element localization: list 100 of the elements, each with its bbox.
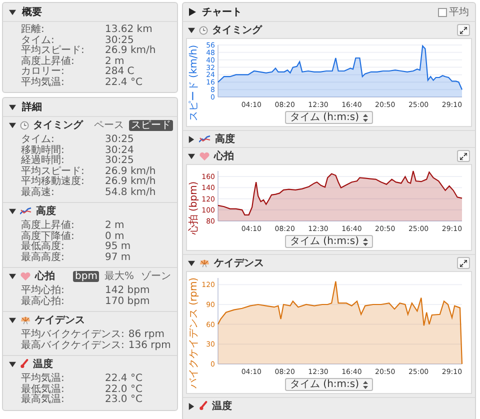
unit-toggle[interactable]: ペース (92, 120, 126, 130)
section-title: 心拍 (214, 149, 234, 163)
field-value: 23.0 °C (105, 395, 144, 406)
section-title: 温度 (33, 357, 53, 371)
axis-select[interactable]: タイム (h:m:s) (284, 378, 373, 391)
up-down-arrows-icon (363, 380, 368, 388)
clock-icon (199, 26, 208, 34)
disclosure-triangle-icon[interactable] (188, 26, 195, 34)
field-label: 最低気温: (21, 384, 66, 394)
field-label: 平均スピード: (21, 166, 86, 176)
zigzag-line-icon (199, 135, 211, 143)
field-label: 平均スピード: (21, 46, 86, 56)
disclosure-triangle-icon[interactable] (9, 8, 16, 16)
field-value: 30:25 (105, 135, 135, 146)
field-label: 高度上昇値: (21, 56, 76, 66)
field-value: 22.0 °C (105, 384, 144, 394)
field-label: 平均バイクケイデンス: (21, 330, 124, 340)
expand-button[interactable] (457, 257, 470, 269)
disclosure-triangle-icon[interactable] (188, 402, 195, 410)
field-value: 30:24 (105, 146, 135, 156)
heart-icon (199, 152, 210, 160)
field-label: カロリー: (21, 67, 66, 77)
field-label: タイム: (21, 36, 54, 46)
fan-icon (20, 315, 31, 325)
unit-toggle[interactable]: ゾーン (139, 270, 173, 282)
field-value: 136 rpm (128, 340, 171, 351)
thermometer-icon (199, 401, 208, 411)
field-value: 2 m (105, 221, 126, 232)
unit-toggle[interactable]: bpm (73, 270, 100, 282)
field-label: 最高心拍: (21, 296, 66, 307)
field-label: 高度下降値: (21, 232, 76, 242)
field-label: 平均心拍: (21, 286, 66, 296)
section-title: ケイデンス (35, 314, 85, 327)
axis-title: 心拍 (bpm) (188, 180, 200, 234)
disclosure-triangle-icon[interactable] (9, 104, 16, 110)
disclosure-triangle-icon[interactable] (9, 208, 16, 214)
disclosure-triangle-icon[interactable] (9, 316, 16, 324)
field-value: 284 C (105, 67, 136, 78)
zigzag-line-icon (20, 207, 32, 215)
field-value: 30:25 (105, 156, 135, 166)
field-label: 平均移動速度: (21, 177, 86, 187)
up-down-arrows-icon (363, 238, 368, 246)
disclosure-triangle-icon[interactable] (9, 122, 16, 128)
field-value: 30:25 (105, 36, 134, 46)
field-value: 54.8 km/h (105, 188, 157, 198)
expand-button[interactable] (457, 150, 470, 162)
disclosure-triangle-icon[interactable] (9, 360, 16, 368)
field-label: 最高気温: (21, 395, 66, 406)
disclosure-triangle-icon[interactable] (188, 136, 195, 142)
field-label: 経過時間: (21, 156, 66, 166)
diagonal-arrows-icon (460, 260, 467, 266)
diagonal-arrows-icon (460, 152, 467, 160)
field-value: 26.9 km/h (105, 177, 157, 187)
panel-title: チャート (202, 6, 242, 19)
up-down-arrows-icon (363, 114, 368, 122)
field-value: 2 m (105, 56, 126, 66)
panel-title: 詳細 (22, 100, 42, 114)
axis-select[interactable]: タイム (h:m:s) (284, 111, 373, 124)
disclosure-triangle-icon[interactable] (188, 260, 195, 266)
field-label: 最高バイクケイデンス: (21, 340, 124, 351)
field-label: 最低高度: (21, 242, 66, 252)
field-value: 26.9 km/h (105, 166, 157, 176)
field-value: 97 m (105, 252, 132, 263)
axis-select[interactable]: タイム (h:m:s) (284, 235, 373, 248)
field-value: 86 rpm (128, 330, 166, 340)
field-value: 22.4 °C (105, 78, 144, 88)
unit-toggle[interactable]: スピード (129, 120, 173, 130)
section-title: タイミング (33, 119, 83, 132)
section-title: 温度 (212, 399, 232, 413)
field-value: 26.9 km/h (105, 46, 157, 56)
field-value: 22.4 °C (105, 374, 144, 384)
expand-button[interactable] (457, 24, 470, 36)
field-label: 移動時間: (21, 146, 66, 156)
fan-icon (199, 258, 210, 268)
field-label: 最高速: (21, 188, 56, 198)
field-value: 0 m (105, 232, 126, 242)
section-title: タイミング (212, 24, 262, 37)
diagonal-arrows-icon (460, 26, 467, 34)
heart-icon (20, 272, 31, 280)
field-value: 142 bpm (105, 286, 151, 296)
disclosure-triangle-icon[interactable] (188, 152, 195, 160)
field-label: 平均気温: (21, 374, 66, 384)
section-title: ケイデンス (214, 257, 264, 270)
field-value: 13.62 km (105, 25, 154, 36)
section-title: 高度 (215, 132, 235, 146)
field-value: 95 m (105, 242, 132, 252)
panel-title: 概要 (22, 6, 42, 19)
field-value: 170 bpm (105, 296, 151, 307)
unit-toggle[interactable]: 最大% (102, 270, 136, 282)
section-title: 高度 (36, 204, 56, 218)
thermometer-icon (20, 359, 29, 369)
axis-title: バイクケイデンス (rpm) (188, 276, 200, 388)
axis-title: スピード (km/h) (188, 44, 200, 121)
field-label: 高度上昇値: (21, 221, 76, 231)
clock-icon (20, 120, 29, 130)
disclosure-triangle-icon[interactable] (9, 272, 16, 280)
average-checkbox[interactable]: 平均 (438, 5, 469, 19)
field-label: 距離: (21, 25, 46, 36)
play-icon (189, 8, 196, 16)
field-label: 平均気温: (21, 78, 66, 88)
